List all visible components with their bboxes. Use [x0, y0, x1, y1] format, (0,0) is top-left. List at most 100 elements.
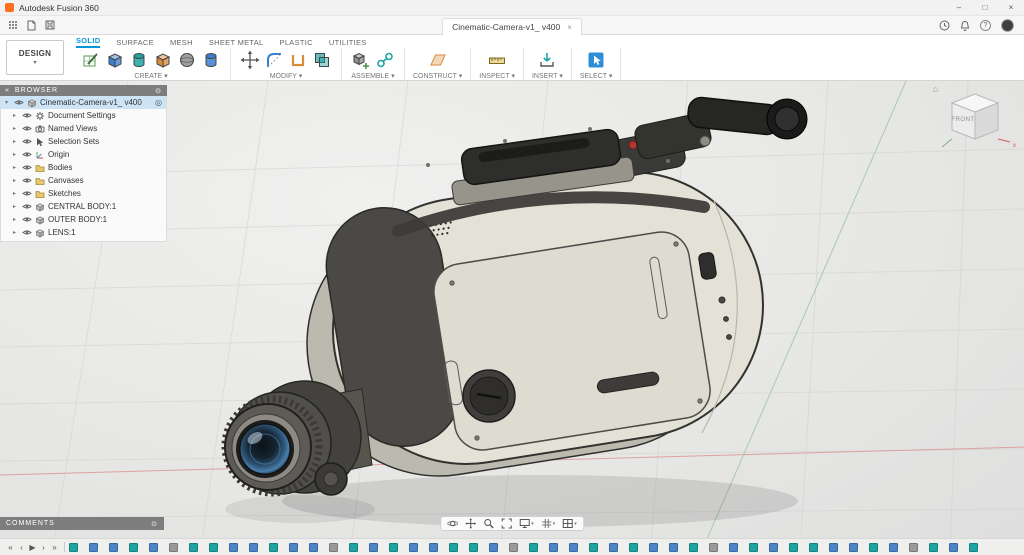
select-icon[interactable] [585, 49, 607, 71]
ribbon-group-label-insert[interactable]: INSERT ▾ [532, 72, 563, 80]
visibility-eye-icon[interactable] [22, 216, 32, 223]
visibility-eye-icon[interactable] [22, 164, 32, 171]
pan-icon[interactable] [465, 518, 476, 529]
display-settings-icon[interactable]: ▾ [519, 518, 534, 529]
browser-item-canvases[interactable]: ▸Canvases [1, 174, 166, 187]
disclosure-arrow-icon[interactable]: ▸ [13, 164, 19, 171]
disclosure-arrow-icon[interactable]: ▸ [13, 229, 19, 236]
visibility-eye-icon[interactable] [22, 151, 32, 158]
ribbon-tab-mesh[interactable]: MESH [170, 38, 193, 48]
timeline-play-button[interactable]: ▶ [27, 543, 38, 552]
timeline-feature-7[interactable] [189, 543, 198, 552]
measure-icon[interactable] [486, 49, 508, 71]
timeline-feature-20[interactable] [449, 543, 458, 552]
box-icon[interactable] [152, 49, 174, 71]
timeline-feature-12[interactable] [289, 543, 298, 552]
browser-item-lens-1[interactable]: ▸LENS:1 [1, 226, 166, 239]
view-cube[interactable]: ⌂ FRONT x [936, 87, 1014, 153]
maximize-button[interactable]: □ [972, 0, 998, 15]
disclosure-arrow-icon[interactable]: ▸ [13, 125, 19, 132]
ribbon-group-label-assemble[interactable]: ASSEMBLE ▾ [351, 72, 394, 80]
visibility-eye-icon[interactable] [14, 99, 24, 106]
browser-item-selection-sets[interactable]: ▸Selection Sets [1, 135, 166, 148]
cylinder-icon[interactable] [200, 49, 222, 71]
new-component-icon[interactable] [350, 49, 372, 71]
timeline-feature-13[interactable] [309, 543, 318, 552]
timeline-feature-3[interactable] [109, 543, 118, 552]
timeline-feature-22[interactable] [489, 543, 498, 552]
timeline-feature-27[interactable] [589, 543, 598, 552]
timeline-feature-25[interactable] [549, 543, 558, 552]
browser-item-outer-body-1[interactable]: ▸OUTER BODY:1 [1, 213, 166, 226]
browser-root-row[interactable]: ▾Cinematic-Camera-v1_ v400◎ [1, 96, 166, 109]
sphere-icon[interactable] [176, 49, 198, 71]
construction-plane-icon[interactable] [427, 49, 449, 71]
ribbon-tab-utilities[interactable]: UTILITIES [329, 38, 367, 48]
activate-component-icon[interactable]: ◎ [155, 98, 162, 107]
viewcube-home-icon[interactable]: ⌂ [933, 84, 938, 94]
comments-bar[interactable]: COMMENTS ⊙ [0, 517, 164, 530]
create-sketch-icon[interactable] [80, 49, 102, 71]
save-icon[interactable] [45, 20, 55, 30]
panel-options-icon[interactable]: ⊙ [155, 87, 162, 95]
user-avatar[interactable] [1001, 19, 1014, 32]
job-status-icon[interactable] [939, 20, 950, 31]
timeline-feature-37[interactable] [789, 543, 798, 552]
fit-icon[interactable] [501, 518, 512, 529]
disclosure-arrow-icon[interactable]: ▾ [5, 99, 11, 106]
timeline-feature-1[interactable] [69, 543, 78, 552]
timeline-feature-15[interactable] [349, 543, 358, 552]
timeline-feature-38[interactable] [809, 543, 818, 552]
timeline-feature-18[interactable] [409, 543, 418, 552]
ribbon-tab-surface[interactable]: SURFACE [116, 38, 154, 48]
timeline-feature-42[interactable] [889, 543, 898, 552]
ribbon-group-label-modify[interactable]: MODIFY ▾ [270, 72, 303, 80]
fillet-icon[interactable] [263, 49, 285, 71]
disclosure-arrow-icon[interactable]: ▸ [13, 216, 19, 223]
timeline-feature-23[interactable] [509, 543, 518, 552]
insert-icon[interactable] [536, 49, 558, 71]
ribbon-group-label-inspect[interactable]: INSPECT ▾ [479, 72, 515, 80]
visibility-eye-icon[interactable] [22, 112, 32, 119]
ribbon-tab-sheet-metal[interactable]: SHEET METAL [209, 38, 264, 48]
browser-item-named-views[interactable]: ▸Named Views [1, 122, 166, 135]
move-copy-icon[interactable] [239, 49, 261, 71]
timeline-skip-end-button[interactable]: » [49, 543, 60, 552]
tab-close-icon[interactable]: × [567, 23, 572, 32]
timeline-feature-40[interactable] [849, 543, 858, 552]
shell-icon[interactable] [287, 49, 309, 71]
visibility-eye-icon[interactable] [22, 138, 32, 145]
comments-options-icon[interactable]: ⊙ [151, 520, 158, 528]
timeline-feature-19[interactable] [429, 543, 438, 552]
timeline-feature-32[interactable] [689, 543, 698, 552]
ribbon-tab-plastic[interactable]: PLASTIC [280, 38, 313, 48]
ribbon-group-label-select[interactable]: SELECT ▾ [580, 72, 613, 80]
visibility-eye-icon[interactable] [22, 177, 32, 184]
timeline-feature-35[interactable] [749, 543, 758, 552]
viewcube-graphic[interactable] [936, 87, 1014, 153]
timeline-feature-46[interactable] [969, 543, 978, 552]
viewport-canvas[interactable]: « BROWSER ⊙ ▾Cinematic-Camera-v1_ v400◎▸… [0, 81, 1024, 555]
browser-item-bodies[interactable]: ▸Bodies [1, 161, 166, 174]
timeline-feature-31[interactable] [669, 543, 678, 552]
combine-icon[interactable] [311, 49, 333, 71]
minimize-button[interactable]: – [946, 0, 972, 15]
extrude-icon[interactable] [104, 49, 126, 71]
viewports-icon[interactable]: ▾ [562, 518, 577, 529]
timeline-feature-16[interactable] [369, 543, 378, 552]
timeline-feature-11[interactable] [269, 543, 278, 552]
workspace-selector[interactable]: DESIGN ▾ [6, 40, 64, 75]
timeline-step-back-button[interactable]: ‹ [16, 543, 27, 552]
timeline-feature-26[interactable] [569, 543, 578, 552]
viewcube-front-face[interactable]: FRONT [951, 117, 975, 123]
visibility-eye-icon[interactable] [22, 125, 32, 132]
timeline-feature-45[interactable] [949, 543, 958, 552]
notifications-bell-icon[interactable] [960, 20, 970, 31]
collapse-panel-icon[interactable]: « [5, 87, 10, 94]
visibility-eye-icon[interactable] [22, 190, 32, 197]
timeline-feature-34[interactable] [729, 543, 738, 552]
help-icon[interactable]: ? [980, 20, 991, 31]
timeline-feature-10[interactable] [249, 543, 258, 552]
timeline-feature-24[interactable] [529, 543, 538, 552]
browser-item-origin[interactable]: ▸Origin [1, 148, 166, 161]
